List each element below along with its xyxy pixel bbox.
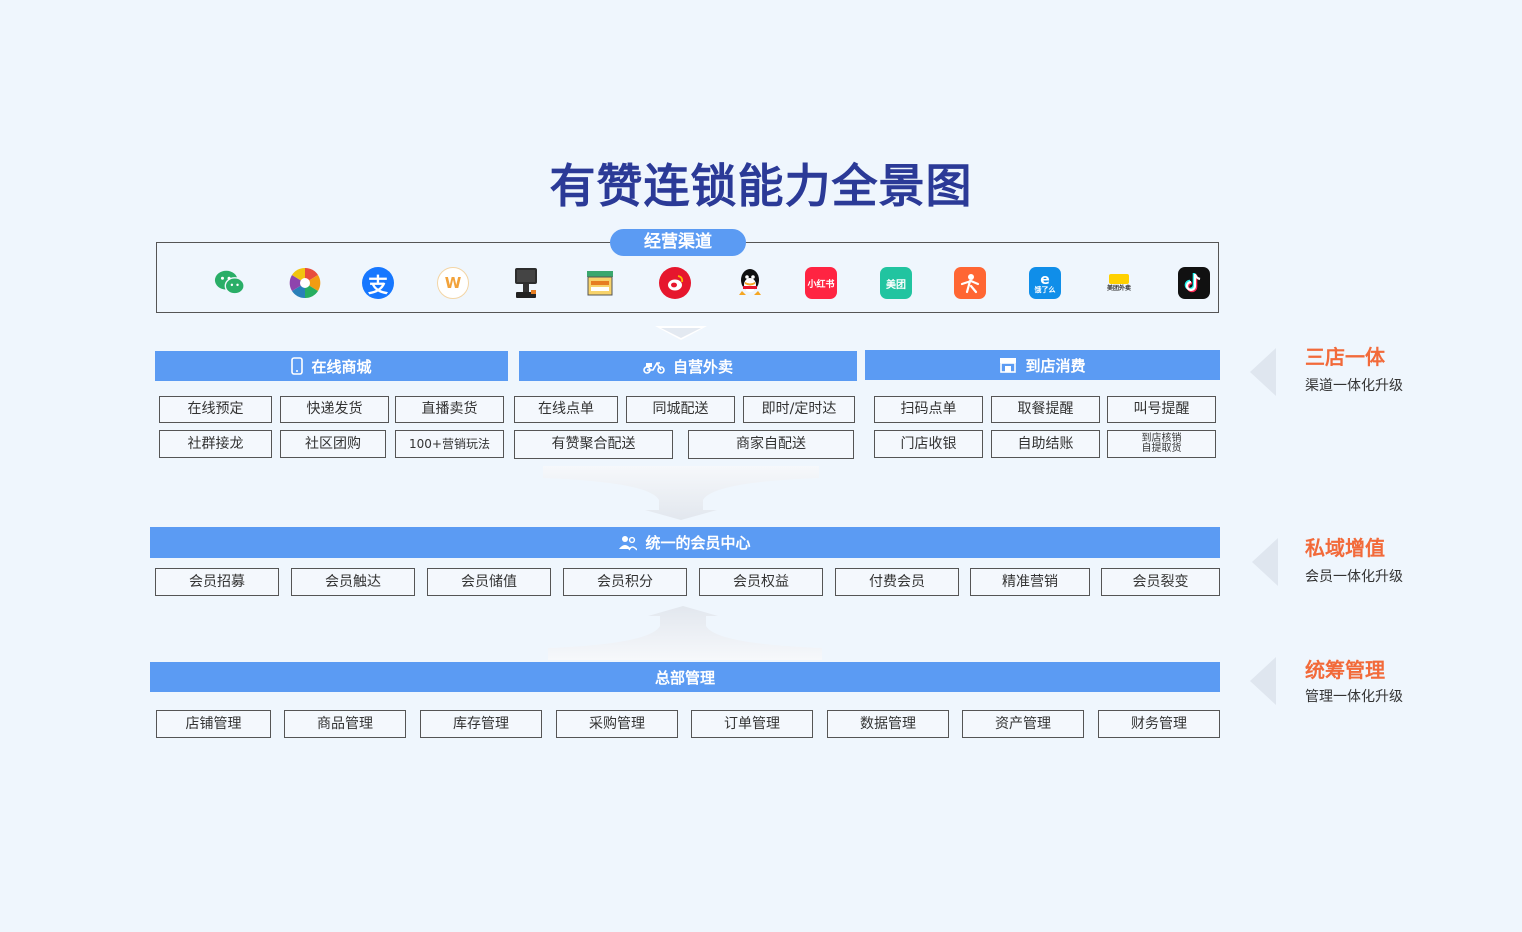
member-item: 会员招募 (155, 568, 279, 596)
pos-terminal-icon (510, 267, 542, 299)
member-center-bar: 统一的会员中心 (150, 527, 1220, 558)
hq-item: 商品管理 (284, 710, 406, 738)
online-mall-item: 社区团购 (280, 430, 386, 458)
in-store-item: 扫码点单 (874, 396, 983, 423)
online-mall-bar: 在线商城 (155, 351, 508, 381)
delivery-item: 有赞聚合配送 (514, 430, 673, 459)
qq-icon (734, 267, 766, 299)
left-pointer-icon (1250, 657, 1276, 705)
in-store-item: 叫号提醒 (1107, 396, 1216, 423)
side-title: 私域增值 (1305, 536, 1385, 560)
hq-item: 财务管理 (1098, 710, 1220, 738)
delivery-bar: 自营外卖 (519, 351, 857, 381)
hq-management-bar: 总部管理 (150, 662, 1220, 692)
member-center-label: 统一的会员中心 (645, 534, 751, 552)
channel-label: 经营渠道 (610, 229, 746, 256)
member-item: 会员触达 (291, 568, 415, 596)
diagram-title: 有赞连锁能力全景图 (549, 159, 973, 213)
in-store-item: 门店收银 (874, 430, 983, 458)
side-title: 统筹管理 (1305, 658, 1385, 682)
member-item: 会员积分 (563, 568, 687, 596)
side-subtitle: 管理一体化升级 (1305, 689, 1403, 705)
down-chevron-icon (655, 326, 707, 340)
in-store-item: 自助结账 (991, 430, 1100, 458)
in-store-item: 取餐提醒 (991, 396, 1100, 423)
in-store-item: 到店核销 自提取货 (1107, 430, 1216, 458)
in-store-item-line: 自提取货 (1141, 443, 1182, 454)
storefront-icon (1000, 358, 1017, 373)
delivery-label: 自营外卖 (672, 357, 733, 376)
side-title: 三店一体 (1305, 345, 1385, 369)
hq-item: 店铺管理 (156, 710, 271, 738)
in-store-bar: 到店消费 (865, 350, 1220, 380)
meituan-icon: 美团 (880, 267, 912, 299)
hq-management-label: 总部管理 (654, 668, 715, 687)
scooter-icon (643, 362, 665, 374)
weibo-icon (659, 267, 691, 299)
member-item: 精准营销 (970, 568, 1090, 596)
delivery-item: 商家自配送 (688, 430, 854, 459)
funnel-up-arrow (548, 606, 822, 660)
member-item: 会员权益 (699, 568, 823, 596)
online-mall-item: 在线预定 (159, 396, 272, 423)
side-subtitle: 会员一体化升级 (1305, 569, 1403, 585)
hq-item: 数据管理 (827, 710, 949, 738)
hq-item: 库存管理 (420, 710, 542, 738)
left-pointer-icon (1252, 538, 1278, 586)
hq-item: 资产管理 (962, 710, 1084, 738)
member-item: 会员储值 (427, 568, 551, 596)
youzan-weibo-icon: W (437, 267, 469, 299)
phone-icon (291, 357, 304, 375)
dianping-icon (954, 267, 986, 299)
delivery-item: 同城配送 (626, 396, 735, 423)
funnel-down-arrow (543, 466, 819, 520)
douyin-icon (1178, 267, 1210, 299)
side-subtitle: 渠道一体化升级 (1305, 378, 1403, 394)
xiaohongshu-icon: 小红书 (805, 267, 837, 299)
meituan-waimai-icon: 美团外卖 (1103, 267, 1135, 299)
members-icon (619, 535, 638, 550)
mini-program-icon (289, 267, 321, 299)
alipay-icon: 支 (362, 267, 394, 299)
in-store-label: 到店消费 (1025, 356, 1086, 375)
online-mall-item: 快递发货 (280, 396, 389, 423)
wechat-icon (214, 267, 246, 299)
online-mall-item: 直播卖货 (395, 396, 504, 423)
member-item: 会员裂变 (1101, 568, 1220, 596)
store-shop-icon (584, 267, 616, 299)
online-mall-label: 在线商城 (311, 357, 372, 376)
eleme-icon: e 饿了么 (1029, 267, 1061, 299)
online-mall-item: 100+营销玩法 (395, 430, 504, 458)
delivery-item: 即时/定时达 (743, 396, 855, 423)
hq-item: 订单管理 (691, 710, 813, 738)
member-item: 付费会员 (835, 568, 959, 596)
delivery-item: 在线点单 (514, 396, 618, 423)
left-pointer-icon (1250, 348, 1276, 396)
online-mall-item: 社群接龙 (159, 430, 272, 458)
hq-item: 采购管理 (556, 710, 678, 738)
